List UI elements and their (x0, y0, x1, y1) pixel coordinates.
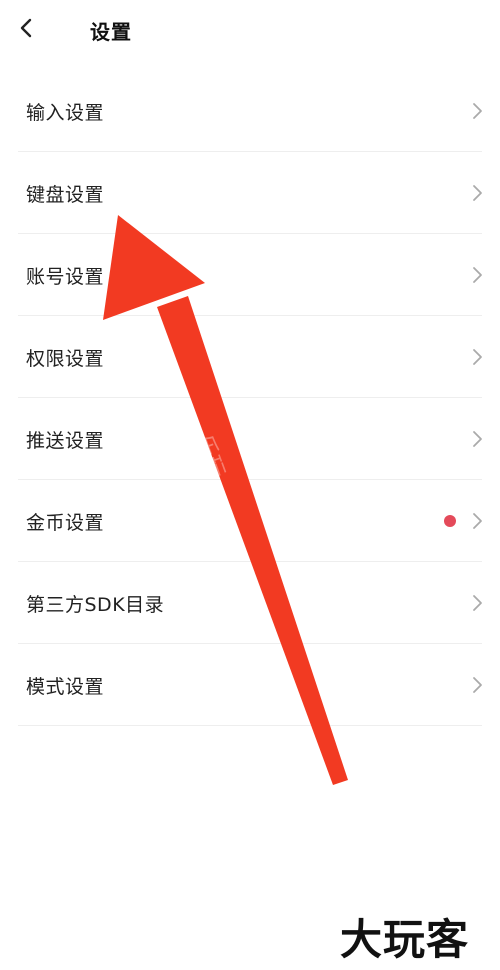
chevron-right-icon (473, 185, 482, 201)
page-title: 设置 (90, 20, 132, 44)
settings-item-push[interactable]: 推送设置 (0, 398, 500, 480)
settings-item-input[interactable]: 输入设置 (0, 70, 500, 152)
chevron-left-icon (20, 18, 32, 38)
chevron-right-icon (473, 349, 482, 365)
settings-item-mode[interactable]: 模式设置 (0, 644, 500, 726)
back-button[interactable] (12, 14, 40, 42)
settings-item-sdk-list[interactable]: 第三方SDK目录 (0, 562, 500, 644)
chevron-right-icon (473, 267, 482, 283)
settings-list: 输入设置 键盘设置 账号设置 权限设置 推送设置 金币设置 第三方SDK目录 模… (0, 70, 500, 726)
chevron-right-icon (473, 513, 482, 529)
settings-item-label: 权限设置 (26, 347, 105, 370)
settings-item-label: 键盘设置 (26, 183, 105, 206)
chevron-right-icon (473, 595, 482, 611)
chevron-right-icon (473, 431, 482, 447)
settings-item-label: 账号设置 (26, 265, 105, 288)
settings-item-coins[interactable]: 金币设置 (0, 480, 500, 562)
settings-item-keyboard[interactable]: 键盘设置 (0, 152, 500, 234)
chevron-right-icon (473, 103, 482, 119)
settings-item-label: 金币设置 (26, 511, 105, 534)
settings-item-label: 输入设置 (26, 101, 105, 124)
notification-dot (444, 515, 456, 527)
settings-item-permission[interactable]: 权限设置 (0, 316, 500, 398)
settings-item-account[interactable]: 账号设置 (0, 234, 500, 316)
chevron-right-icon (473, 677, 482, 693)
settings-item-label: 第三方SDK目录 (26, 593, 165, 616)
brand-watermark: 大玩客 (340, 915, 470, 964)
header: 设置 (0, 0, 500, 58)
settings-item-label: 推送设置 (26, 429, 105, 452)
settings-item-label: 模式设置 (26, 675, 105, 698)
